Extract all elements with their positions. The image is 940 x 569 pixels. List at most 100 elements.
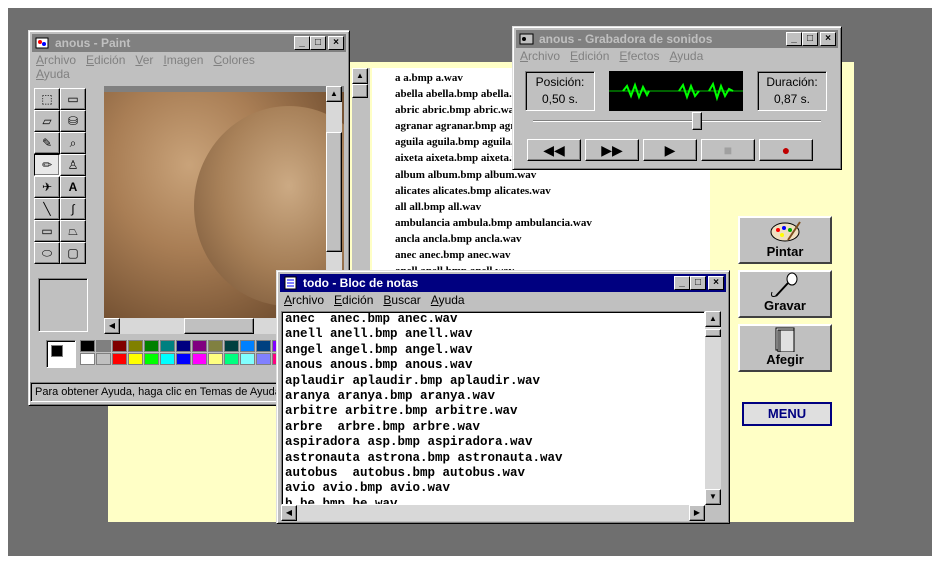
scroll-up-icon[interactable]: ▲: [705, 311, 721, 327]
color-swatch[interactable]: [128, 353, 143, 365]
menu-edicion[interactable]: Edición: [570, 49, 609, 67]
menu-ver[interactable]: Ver: [135, 53, 153, 67]
gravar-button[interactable]: Gravar: [738, 270, 832, 318]
menu-ayuda[interactable]: Ayuda: [431, 293, 465, 311]
close-icon[interactable]: ×: [328, 36, 344, 50]
position-slider-track[interactable]: [533, 120, 821, 122]
color-swatch[interactable]: [192, 353, 207, 365]
word-list-item[interactable]: anec anec.bmp anec.wav: [395, 247, 695, 263]
word-list-item[interactable]: ambulancia ambula.bmp ambulancia.wav: [395, 215, 695, 231]
word-list-item[interactable]: all all.bmp all.wav: [395, 199, 695, 215]
menu-efectos[interactable]: Efectos: [619, 49, 659, 67]
menu-archivo[interactable]: Archivo: [520, 49, 560, 67]
close-icon[interactable]: ×: [708, 276, 724, 290]
paint-titlebar[interactable]: anous - Paint _ □ ×: [32, 34, 346, 52]
rewind-button[interactable]: ◀◀: [527, 139, 581, 161]
notepad-horizontal-scrollbar[interactable]: ◀ ▶: [281, 505, 705, 521]
eraser-icon[interactable]: ▱: [34, 110, 60, 132]
ellipse-icon[interactable]: ⬭: [34, 242, 60, 264]
scroll-left-icon[interactable]: ◀: [104, 318, 120, 334]
fast-forward-button[interactable]: ▶▶: [585, 139, 639, 161]
color-swatch[interactable]: [96, 340, 111, 352]
color-swatch[interactable]: [96, 353, 111, 365]
color-swatch[interactable]: [256, 353, 271, 365]
minimize-icon[interactable]: _: [786, 32, 802, 46]
stop-button[interactable]: ■: [701, 139, 755, 161]
paint-title: anous - Paint: [55, 36, 131, 50]
scroll-thumb[interactable]: [326, 132, 342, 252]
scroll-left-icon[interactable]: ◀: [281, 505, 297, 521]
notepad-text-area[interactable]: anec anec.bmp anec.wav anell anell.bmp an…: [281, 311, 705, 505]
color-swatch[interactable]: [144, 340, 159, 352]
color-swatch[interactable]: [112, 340, 127, 352]
menu-imagen[interactable]: Imagen: [163, 53, 203, 67]
line-icon[interactable]: ╲: [34, 198, 60, 220]
menu-button[interactable]: MENU: [742, 402, 832, 426]
menu-ayuda[interactable]: Ayuda: [669, 49, 703, 67]
color-swatch[interactable]: [176, 353, 191, 365]
menu-archivo[interactable]: Archivo: [36, 53, 76, 67]
color-swatch[interactable]: [240, 340, 255, 352]
airbrush-icon[interactable]: ✈: [34, 176, 60, 198]
menu-buscar[interactable]: Buscar: [383, 293, 420, 311]
resize-grip-icon[interactable]: [705, 505, 721, 521]
fill-icon[interactable]: ⛁: [60, 110, 86, 132]
close-icon[interactable]: ×: [820, 32, 836, 46]
color-swatch[interactable]: [128, 340, 143, 352]
curve-icon[interactable]: ∫: [60, 198, 86, 220]
notepad-titlebar[interactable]: todo - Bloc de notas _ □ ×: [280, 274, 726, 292]
maximize-icon[interactable]: □: [310, 36, 326, 50]
menu-edicion[interactable]: Edición: [86, 53, 125, 67]
menu-ayuda[interactable]: Ayuda: [36, 67, 70, 81]
word-list-item[interactable]: alicates alicates.bmp alicates.wav: [395, 183, 695, 199]
pintar-button[interactable]: Pintar: [738, 216, 832, 264]
rectangle-icon[interactable]: ▭: [34, 220, 60, 242]
scroll-thumb[interactable]: [705, 329, 721, 337]
pencil-icon[interactable]: ✏: [34, 154, 60, 176]
scroll-thumb[interactable]: [184, 318, 254, 334]
color-swatch[interactable]: [208, 340, 223, 352]
color-swatch[interactable]: [144, 353, 159, 365]
color-swatch[interactable]: [176, 340, 191, 352]
scroll-up-icon[interactable]: ▲: [326, 86, 342, 102]
color-swatch[interactable]: [224, 353, 239, 365]
polygon-icon[interactable]: ⏢: [60, 220, 86, 242]
play-button[interactable]: ▶: [643, 139, 697, 161]
tool-options-box[interactable]: [38, 278, 88, 332]
scroll-up-icon[interactable]: ▲: [352, 68, 368, 84]
color-picker-icon[interactable]: ✎: [34, 132, 60, 154]
menu-archivo[interactable]: Archivo: [284, 293, 324, 311]
position-slider-thumb[interactable]: [692, 112, 703, 130]
record-button[interactable]: ●: [759, 139, 813, 161]
color-swatch[interactable]: [192, 340, 207, 352]
menu-edicion[interactable]: Edición: [334, 293, 373, 311]
maximize-icon[interactable]: □: [802, 32, 818, 46]
color-swatch[interactable]: [112, 353, 127, 365]
maximize-icon[interactable]: □: [690, 276, 706, 290]
color-swatch[interactable]: [160, 340, 175, 352]
current-colors[interactable]: [46, 340, 76, 368]
afegir-button[interactable]: Afegir: [738, 324, 832, 372]
text-icon[interactable]: A: [60, 176, 86, 198]
free-select-icon[interactable]: ⬚: [34, 88, 60, 110]
notepad-vertical-scrollbar[interactable]: ▲ ▼: [705, 311, 721, 505]
color-swatch[interactable]: [208, 353, 223, 365]
rounded-rect-icon[interactable]: ▢: [60, 242, 86, 264]
recorder-titlebar[interactable]: anous - Grabadora de sonidos _ □ ×: [516, 30, 838, 48]
color-swatch[interactable]: [80, 340, 95, 352]
scroll-thumb[interactable]: [352, 84, 368, 98]
rect-select-icon[interactable]: ▭: [60, 88, 86, 110]
magnifier-icon[interactable]: ⌕: [60, 132, 86, 154]
word-list-item[interactable]: ancla ancla.bmp ancla.wav: [395, 231, 695, 247]
menu-colores[interactable]: Colores: [213, 53, 254, 67]
color-swatch[interactable]: [240, 353, 255, 365]
brush-icon[interactable]: ♙: [60, 154, 86, 176]
color-swatch[interactable]: [256, 340, 271, 352]
scroll-down-icon[interactable]: ▼: [705, 489, 721, 505]
minimize-icon[interactable]: _: [294, 36, 310, 50]
color-swatch[interactable]: [224, 340, 239, 352]
color-swatch[interactable]: [160, 353, 175, 365]
scroll-right-icon[interactable]: ▶: [689, 505, 705, 521]
color-swatch[interactable]: [80, 353, 95, 365]
minimize-icon[interactable]: _: [674, 276, 690, 290]
